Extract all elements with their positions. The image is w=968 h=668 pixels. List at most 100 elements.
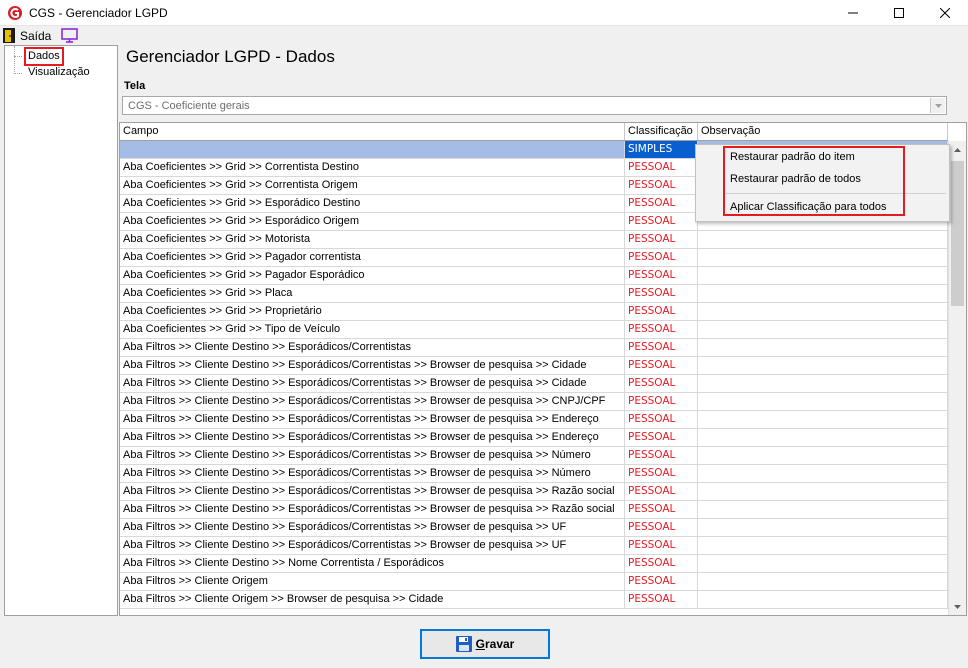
cell-campo[interactable]: Aba Filtros >> Cliente Destino >> Esporá… — [120, 465, 625, 482]
tree-item-dados[interactable]: Dados — [24, 47, 64, 66]
cell-observacao[interactable] — [698, 501, 948, 518]
cell-observacao[interactable] — [698, 375, 948, 392]
cell-campo[interactable]: Aba Coeficientes >> Grid >> Esporádico D… — [120, 195, 625, 212]
cell-classificacao[interactable]: PESSOAL — [625, 393, 698, 410]
table-row[interactable]: Aba Filtros >> Cliente Destino >> Esporá… — [120, 501, 948, 519]
minimize-button[interactable] — [830, 0, 876, 26]
cell-campo[interactable]: Aba Filtros >> Cliente Destino >> Esporá… — [120, 357, 625, 374]
cell-classificacao[interactable]: PESSOAL — [625, 357, 698, 374]
cell-observacao[interactable] — [698, 249, 948, 266]
table-row[interactable]: Aba Filtros >> Cliente Origem PESSOAL — [120, 573, 948, 591]
column-header-classificacao[interactable]: Classificação — [625, 123, 698, 140]
cell-campo[interactable]: Aba Filtros >> Cliente Destino >> Esporá… — [120, 483, 625, 500]
maximize-button[interactable] — [876, 0, 922, 26]
cell-campo[interactable]: Aba Coeficientes >> Grid >> Pagador Espo… — [120, 267, 625, 284]
scroll-down-button[interactable] — [949, 598, 966, 615]
cell-observacao[interactable] — [698, 591, 948, 608]
cell-classificacao[interactable]: PESSOAL — [625, 483, 698, 500]
table-row[interactable]: Aba Coeficientes >> Grid >> Motorista PES… — [120, 231, 948, 249]
save-button[interactable]: Gravar — [420, 629, 550, 659]
cell-classificacao[interactable]: PESSOAL — [625, 213, 698, 230]
cell-classificacao[interactable]: PESSOAL — [625, 321, 698, 338]
cell-campo[interactable]: Aba Filtros >> Cliente Destino >> Esporá… — [120, 537, 625, 554]
table-row[interactable]: Aba Coeficientes >> Grid >> Tipo de Veíc… — [120, 321, 948, 339]
cell-campo[interactable]: Aba Filtros >> Cliente Destino >> Esporá… — [120, 339, 625, 356]
cell-campo[interactable]: Aba Filtros >> Cliente Destino >> Esporá… — [120, 519, 625, 536]
cell-classificacao[interactable]: SIMPLES — [625, 141, 698, 158]
tela-select[interactable]: CGS - Coeficiente gerais — [122, 96, 947, 115]
table-row[interactable]: Aba Filtros >> Cliente Destino >> Esporá… — [120, 357, 948, 375]
cell-campo[interactable]: Aba Coeficientes >> Grid >> Correntista … — [120, 159, 625, 176]
cell-observacao[interactable] — [698, 393, 948, 410]
cell-observacao[interactable] — [698, 429, 948, 446]
cell-campo[interactable]: Aba Filtros >> Cliente Destino >> Esporá… — [120, 393, 625, 410]
cell-classificacao[interactable]: PESSOAL — [625, 411, 698, 428]
table-row[interactable]: Aba Filtros >> Cliente Destino >> Esporá… — [120, 519, 948, 537]
cell-campo[interactable]: Aba Coeficientes >> Grid >> Esporádico O… — [120, 213, 625, 230]
table-row[interactable]: Aba Coeficientes >> Grid >> Proprietário… — [120, 303, 948, 321]
cell-observacao[interactable] — [698, 447, 948, 464]
cell-campo[interactable] — [120, 141, 625, 158]
cell-campo[interactable]: Aba Filtros >> Cliente Destino >> Esporá… — [120, 447, 625, 464]
cell-campo[interactable]: Aba Filtros >> Cliente Destino >> Esporá… — [120, 375, 625, 392]
menu-exit[interactable]: Saída — [3, 27, 51, 44]
cell-classificacao[interactable]: PESSOAL — [625, 519, 698, 536]
table-row[interactable]: Aba Filtros >> Cliente Destino >> Esporá… — [120, 375, 948, 393]
cell-observacao[interactable] — [698, 321, 948, 338]
cell-campo[interactable]: Aba Coeficientes >> Grid >> Proprietário — [120, 303, 625, 320]
cell-classificacao[interactable]: PESSOAL — [625, 537, 698, 554]
cell-classificacao[interactable]: PESSOAL — [625, 285, 698, 302]
cell-observacao[interactable] — [698, 339, 948, 356]
cell-observacao[interactable] — [698, 285, 948, 302]
cell-classificacao[interactable]: PESSOAL — [625, 447, 698, 464]
table-row[interactable]: Aba Filtros >> Cliente Destino >> Esporá… — [120, 393, 948, 411]
cell-classificacao[interactable]: PESSOAL — [625, 465, 698, 482]
table-row[interactable]: Aba Filtros >> Cliente Destino >> Esporá… — [120, 447, 948, 465]
table-row[interactable]: Aba Filtros >> Cliente Destino >> Esporá… — [120, 465, 948, 483]
cell-classificacao[interactable]: PESSOAL — [625, 339, 698, 356]
cell-classificacao[interactable]: PESSOAL — [625, 231, 698, 248]
cell-classificacao[interactable]: PESSOAL — [625, 591, 698, 608]
table-row[interactable]: Aba Filtros >> Cliente Destino >> Esporá… — [120, 339, 948, 357]
cell-classificacao[interactable]: PESSOAL — [625, 249, 698, 266]
cell-classificacao[interactable]: PESSOAL — [625, 267, 698, 284]
cell-campo[interactable]: Aba Coeficientes >> Grid >> Pagador corr… — [120, 249, 625, 266]
cell-classificacao[interactable]: PESSOAL — [625, 159, 698, 176]
cell-observacao[interactable] — [698, 537, 948, 554]
cell-campo[interactable]: Aba Filtros >> Cliente Destino >> Esporá… — [120, 429, 625, 446]
tela-select-arrow[interactable] — [930, 98, 945, 113]
table-row[interactable]: Aba Filtros >> Cliente Destino >> Esporá… — [120, 411, 948, 429]
table-row[interactable]: Aba Coeficientes >> Grid >> Placa PESSOAL — [120, 285, 948, 303]
cell-campo[interactable]: Aba Filtros >> Cliente Destino >> Esporá… — [120, 411, 625, 428]
cell-observacao[interactable] — [698, 573, 948, 590]
cell-campo[interactable]: Aba Filtros >> Cliente Origem — [120, 573, 625, 590]
cell-classificacao[interactable]: PESSOAL — [625, 177, 698, 194]
cell-observacao[interactable] — [698, 357, 948, 374]
column-header-campo[interactable]: Campo — [120, 123, 625, 140]
table-row[interactable]: Aba Filtros >> Cliente Destino >> Esporá… — [120, 537, 948, 555]
cell-classificacao[interactable]: PESSOAL — [625, 573, 698, 590]
cell-observacao[interactable] — [698, 267, 948, 284]
cell-observacao[interactable] — [698, 555, 948, 572]
cell-classificacao[interactable]: PESSOAL — [625, 195, 698, 212]
cell-campo[interactable]: Aba Filtros >> Cliente Destino >> Nome C… — [120, 555, 625, 572]
cell-observacao[interactable] — [698, 465, 948, 482]
cell-observacao[interactable] — [698, 519, 948, 536]
cell-campo[interactable]: Aba Filtros >> Cliente Origem >> Browser… — [120, 591, 625, 608]
tree-item-visualizacao[interactable]: Visualização — [26, 65, 92, 80]
cell-classificacao[interactable]: PESSOAL — [625, 303, 698, 320]
cell-classificacao[interactable]: PESSOAL — [625, 555, 698, 572]
table-row[interactable]: Aba Filtros >> Cliente Destino >> Esporá… — [120, 483, 948, 501]
cell-campo[interactable]: Aba Coeficientes >> Grid >> Placa — [120, 285, 625, 302]
scroll-up-button[interactable] — [949, 141, 966, 158]
cell-classificacao[interactable]: PESSOAL — [625, 501, 698, 518]
cell-campo[interactable]: Aba Coeficientes >> Grid >> Correntista … — [120, 177, 625, 194]
table-row[interactable]: Aba Coeficientes >> Grid >> Pagador corr… — [120, 249, 948, 267]
cell-campo[interactable]: Aba Coeficientes >> Grid >> Motorista — [120, 231, 625, 248]
cell-observacao[interactable] — [698, 303, 948, 320]
table-row[interactable]: Aba Filtros >> Cliente Destino >> Nome C… — [120, 555, 948, 573]
cell-observacao[interactable] — [698, 231, 948, 248]
cell-campo[interactable]: Aba Filtros >> Cliente Destino >> Esporá… — [120, 501, 625, 518]
cell-observacao[interactable] — [698, 411, 948, 428]
table-row[interactable]: Aba Coeficientes >> Grid >> Pagador Espo… — [120, 267, 948, 285]
